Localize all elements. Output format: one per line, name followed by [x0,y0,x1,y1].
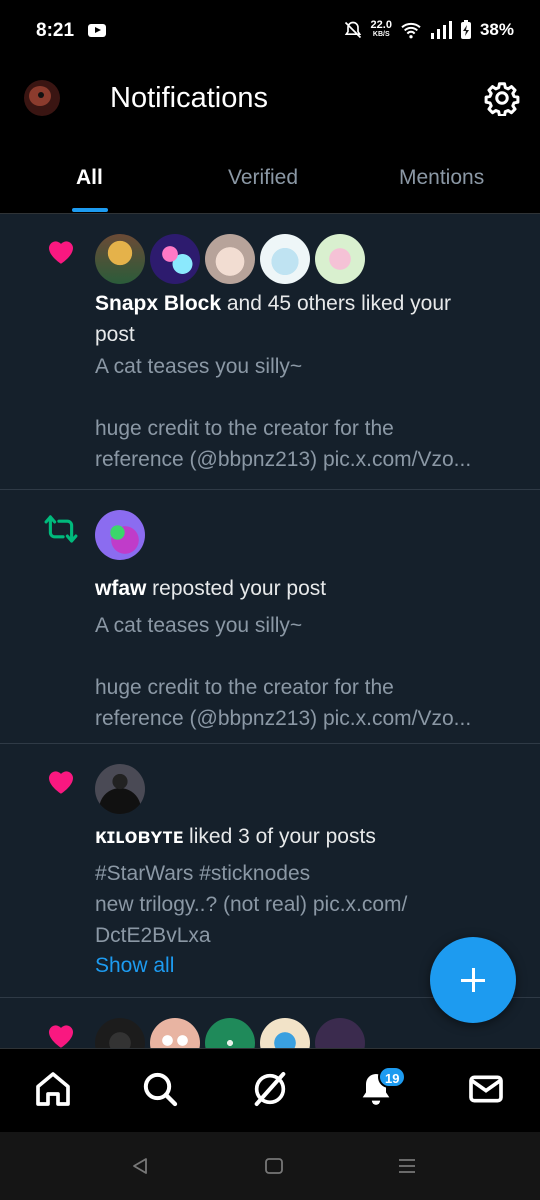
notification-item[interactable]: Snapx Block and 45 others liked your pos… [0,214,540,490]
tab-all[interactable]: All [76,166,103,190]
actor-name[interactable]: wfaw [95,577,146,600]
avatar[interactable] [260,234,310,284]
search-icon[interactable] [140,1069,180,1109]
notifications-badge: 19 [378,1066,407,1088]
gear-icon[interactable] [484,80,520,116]
tab-bar: All Verified Mentions [0,154,540,214]
tab-mentions[interactable]: Mentions [399,166,484,190]
notifications-header: Notifications All Verified Mentions [0,62,540,214]
post-snippet: A cat teases you silly~ huge credit to t… [95,614,472,730]
post-snippet: A cat teases you silly~ huge credit to t… [95,355,472,471]
messages-icon[interactable] [466,1069,506,1109]
actor-avatars [95,234,365,284]
avatar[interactable] [205,1018,255,1048]
network-speed: 22.0 KB/S [370,19,392,39]
signal-icon [430,21,452,39]
battery-charging-icon [460,20,471,39]
notification-text: Snapx Block and 45 others liked your pos… [95,292,452,346]
status-right: 22.0 KB/S 38% [343,20,514,40]
back-icon[interactable] [130,1156,150,1176]
notifications-feed[interactable]: Snapx Block and 45 others liked your pos… [0,214,540,1048]
bottom-nav [0,1048,540,1132]
actor-avatars [95,764,145,814]
avatar[interactable] [95,1018,145,1048]
status-bar: 8:21 22.0 KB/S 38% [0,0,540,62]
active-tab-indicator [72,208,108,212]
tab-verified[interactable]: Verified [228,166,298,190]
recents-icon[interactable] [397,1156,417,1176]
mute-icon [344,21,361,39]
avatar[interactable] [315,234,365,284]
notification-text: ĸɪʟᴏʙʏᴛᴇ liked 3 of your posts [95,825,376,848]
youtube-icon [88,24,106,37]
compose-button[interactable] [430,937,516,1023]
actor-avatars [95,1018,365,1048]
actor-name[interactable]: ĸɪʟᴏʙʏᴛᴇ [95,825,183,848]
wifi-icon [401,22,421,39]
notification-text: wfaw reposted your post [95,577,327,600]
avatar[interactable] [95,234,145,284]
avatar[interactable] [315,1018,365,1048]
heart-icon [48,771,74,794]
avatar[interactable] [205,234,255,284]
avatar[interactable] [150,1018,200,1048]
show-all-link[interactable]: Show all [95,954,174,978]
avatar[interactable] [95,764,145,814]
profile-avatar[interactable] [24,80,60,116]
heart-icon [48,241,74,264]
avatar[interactable] [260,1018,310,1048]
system-nav-bar [0,1132,540,1200]
page-title: Notifications [110,82,268,114]
battery-percent: 38% [479,20,514,39]
home-icon[interactable] [33,1069,73,1109]
home-button-icon[interactable] [264,1156,284,1176]
post-snippet: #StarWars #sticknodes new trilogy..? (no… [95,862,408,947]
status-time: 8:21 [36,20,75,41]
actor-name[interactable]: Snapx Block [95,292,221,315]
repost-icon [44,515,78,543]
heart-icon [48,1025,74,1048]
avatar[interactable] [95,510,145,560]
avatar[interactable] [150,234,200,284]
actor-avatars [95,510,145,560]
grok-icon[interactable] [250,1069,290,1109]
notification-item[interactable]: wfaw reposted your post A cat teases you… [0,490,540,744]
